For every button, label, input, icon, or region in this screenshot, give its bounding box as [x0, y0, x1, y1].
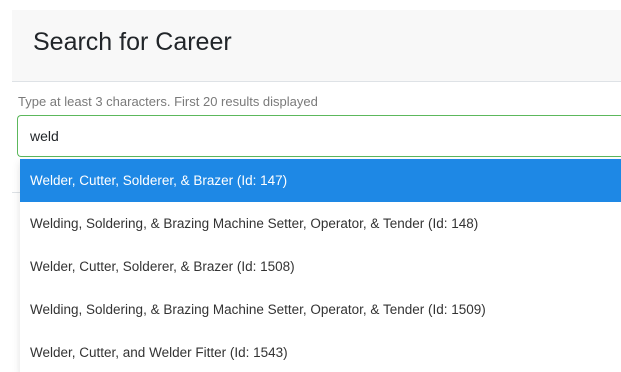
autocomplete-dropdown: Welder, Cutter, Solderer, & Brazer (Id: … — [20, 159, 621, 372]
career-search-input[interactable] — [17, 115, 621, 157]
autocomplete-option[interactable]: Welder, Cutter, Solderer, & Brazer (Id: … — [20, 159, 621, 202]
modal-title: Search for Career — [33, 28, 232, 56]
autocomplete-option[interactable]: Welding, Soldering, & Brazing Machine Se… — [20, 288, 621, 331]
autocomplete-option[interactable]: Welder, Cutter, Solderer, & Brazer (Id: … — [20, 245, 621, 288]
autocomplete-option[interactable]: Welder, Cutter, and Welder Fitter (Id: 1… — [20, 331, 621, 372]
autocomplete-option[interactable]: Welding, Soldering, & Brazing Machine Se… — [20, 202, 621, 245]
career-search-page: Search for Career Type at least 3 charac… — [0, 0, 621, 372]
search-hint: Type at least 3 characters. First 20 res… — [18, 94, 318, 109]
modal-header: Search for Career — [12, 10, 621, 82]
